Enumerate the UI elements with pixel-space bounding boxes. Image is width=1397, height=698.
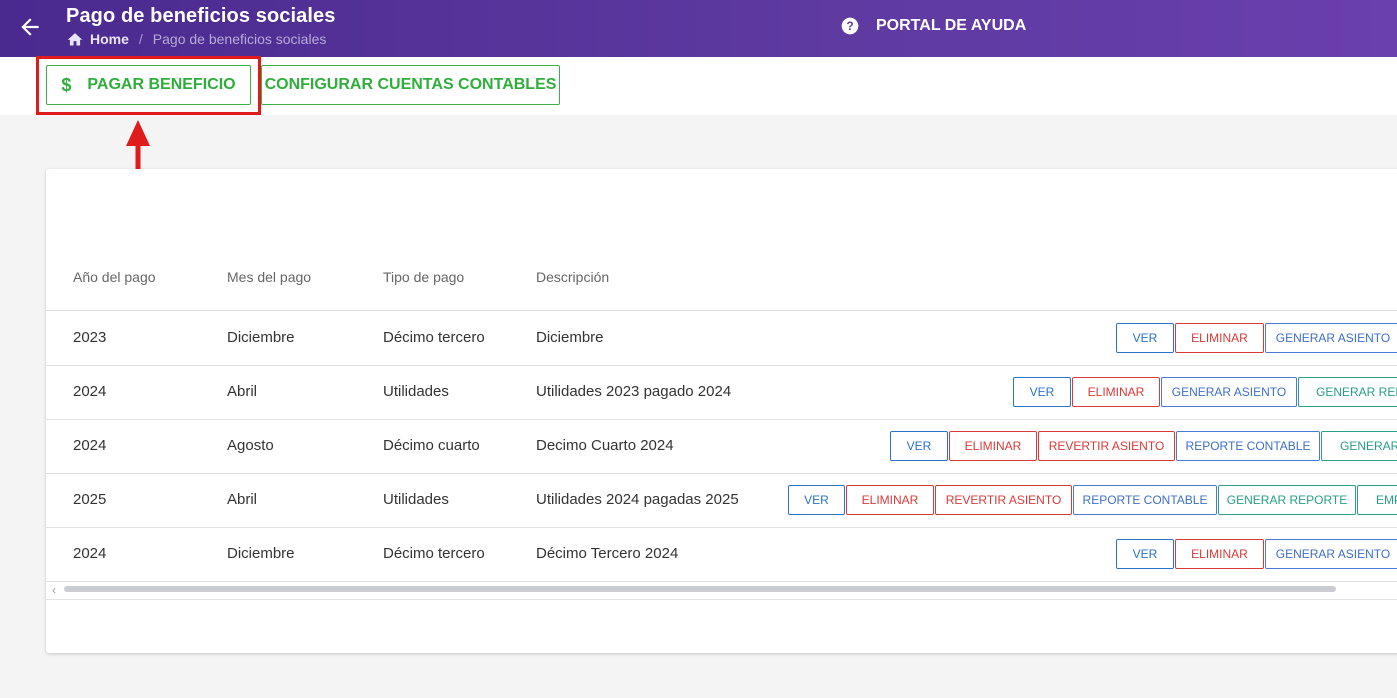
row-actions: VER ELIMINAR GENERAR ASIENTO xyxy=(1116,323,1397,353)
help-portal-label: PORTAL DE AYUDA xyxy=(876,17,1027,34)
generate-report-button[interactable]: GENERAR REPO xyxy=(1298,377,1397,407)
cell-description: Décimo Tercero 2024 xyxy=(536,545,679,562)
column-header-description: Descripción xyxy=(536,269,610,285)
column-header-year: Año del pago xyxy=(73,269,156,285)
cell-type: Décimo tercero xyxy=(383,545,485,562)
cell-year: 2023 xyxy=(73,329,107,346)
delete-button[interactable]: ELIMINAR xyxy=(1175,323,1264,353)
delete-button[interactable]: ELIMINAR xyxy=(1072,377,1160,407)
scroll-left-chevron-icon[interactable]: ‹ xyxy=(52,583,56,597)
breadcrumb-current: Pago de beneficios sociales xyxy=(152,31,327,47)
table-row: 2024 Agosto Décimo cuarto Decimo Cuarto … xyxy=(46,419,1397,474)
top-app-bar: Pago de beneficios sociales Home / Pago … xyxy=(0,0,1397,57)
generate-entry-button[interactable]: GENERAR ASIENTO xyxy=(1265,323,1397,353)
accounting-report-button[interactable]: REPORTE CONTABLE xyxy=(1073,485,1217,515)
view-button[interactable]: VER xyxy=(890,431,948,461)
table-row: 2024 Diciembre Décimo tercero Décimo Ter… xyxy=(46,527,1397,582)
cell-year: 2024 xyxy=(73,545,107,562)
cell-month: Abril xyxy=(227,491,258,508)
delete-button[interactable]: ELIMINAR xyxy=(1175,539,1264,569)
back-arrow-icon[interactable] xyxy=(17,14,43,40)
horizontal-scrollbar[interactable]: ‹ xyxy=(46,581,1397,600)
cell-description: Utilidades 2023 pagado 2024 xyxy=(536,383,732,400)
delete-button[interactable]: ELIMINAR xyxy=(846,485,934,515)
table-header: Año del pago Mes del pago Tipo de pago D… xyxy=(46,253,1397,311)
cell-type: Utilidades xyxy=(383,383,449,400)
configure-accounts-label: CONFIGURAR CUENTAS CONTABLES xyxy=(264,76,557,93)
table-row: 2023 Diciembre Décimo tercero Diciembre … xyxy=(46,311,1397,366)
breadcrumb-separator: / xyxy=(138,31,143,47)
accounting-report-button[interactable]: REPORTE CONTABLE xyxy=(1176,431,1320,461)
table-row: 2024 Abril Utilidades Utilidades 2023 pa… xyxy=(46,365,1397,420)
breadcrumb-home-label: Home xyxy=(90,31,129,47)
cell-year: 2024 xyxy=(73,437,107,454)
annotation-highlight-box xyxy=(36,56,261,115)
row-actions: VER ELIMINAR GENERAR ASIENTO xyxy=(1116,539,1397,569)
cell-description: Utilidades 2024 pagadas 2025 xyxy=(536,491,739,508)
page-title: Pago de beneficios sociales xyxy=(66,5,336,27)
view-button[interactable]: VER xyxy=(1013,377,1071,407)
delete-button[interactable]: ELIMINAR xyxy=(949,431,1037,461)
cell-month: Diciembre xyxy=(227,329,295,346)
help-portal-link[interactable]: ? PORTAL DE AYUDA xyxy=(840,16,1026,36)
revert-entry-button[interactable]: REVERTIR ASIENTO xyxy=(935,485,1072,515)
cell-month: Diciembre xyxy=(227,545,295,562)
help-circle-icon: ? xyxy=(841,17,859,35)
generate-report-button[interactable]: GENERAR REPORTE xyxy=(1218,485,1356,515)
view-button[interactable]: VER xyxy=(1116,539,1174,569)
employees-button[interactable]: EMP xyxy=(1357,485,1397,515)
cell-year: 2024 xyxy=(73,383,107,400)
breadcrumb: Home / Pago de beneficios sociales xyxy=(66,31,326,47)
home-icon xyxy=(67,33,83,46)
configure-accounts-button[interactable]: CONFIGURAR CUENTAS CONTABLES xyxy=(261,65,560,105)
revert-entry-button[interactable]: REVERTIR ASIENTO xyxy=(1038,431,1175,461)
generate-entry-button[interactable]: GENERAR ASIENTO xyxy=(1265,539,1397,569)
row-actions: VER ELIMINAR REVERTIR ASIENTO REPORTE CO… xyxy=(890,431,1397,461)
view-button[interactable]: VER xyxy=(788,485,845,515)
view-button[interactable]: VER xyxy=(1116,323,1174,353)
column-header-type: Tipo de pago xyxy=(383,269,465,285)
generate-report-button[interactable]: GENERAR F xyxy=(1321,431,1397,461)
cell-type: Décimo cuarto xyxy=(383,437,480,454)
generate-entry-button[interactable]: GENERAR ASIENTO xyxy=(1161,377,1297,407)
table-row: 2025 Abril Utilidades Utilidades 2024 pa… xyxy=(46,473,1397,528)
cell-description: Decimo Cuarto 2024 xyxy=(536,437,674,454)
row-actions: VER ELIMINAR REVERTIR ASIENTO REPORTE CO… xyxy=(788,485,1397,515)
cell-year: 2025 xyxy=(73,491,107,508)
cell-month: Abril xyxy=(227,383,258,400)
row-actions: VER ELIMINAR GENERAR ASIENTO GENERAR REP… xyxy=(1013,377,1397,407)
svg-text:?: ? xyxy=(846,20,853,33)
breadcrumb-home[interactable]: Home xyxy=(66,31,129,47)
payments-card: Año del pago Mes del pago Tipo de pago D… xyxy=(46,169,1397,653)
scrollbar-thumb[interactable] xyxy=(64,586,1336,592)
column-header-month: Mes del pago xyxy=(227,269,312,285)
cell-description: Diciembre xyxy=(536,329,604,346)
cell-type: Utilidades xyxy=(383,491,449,508)
cell-type: Décimo tercero xyxy=(383,329,485,346)
cell-month: Agosto xyxy=(227,437,274,454)
